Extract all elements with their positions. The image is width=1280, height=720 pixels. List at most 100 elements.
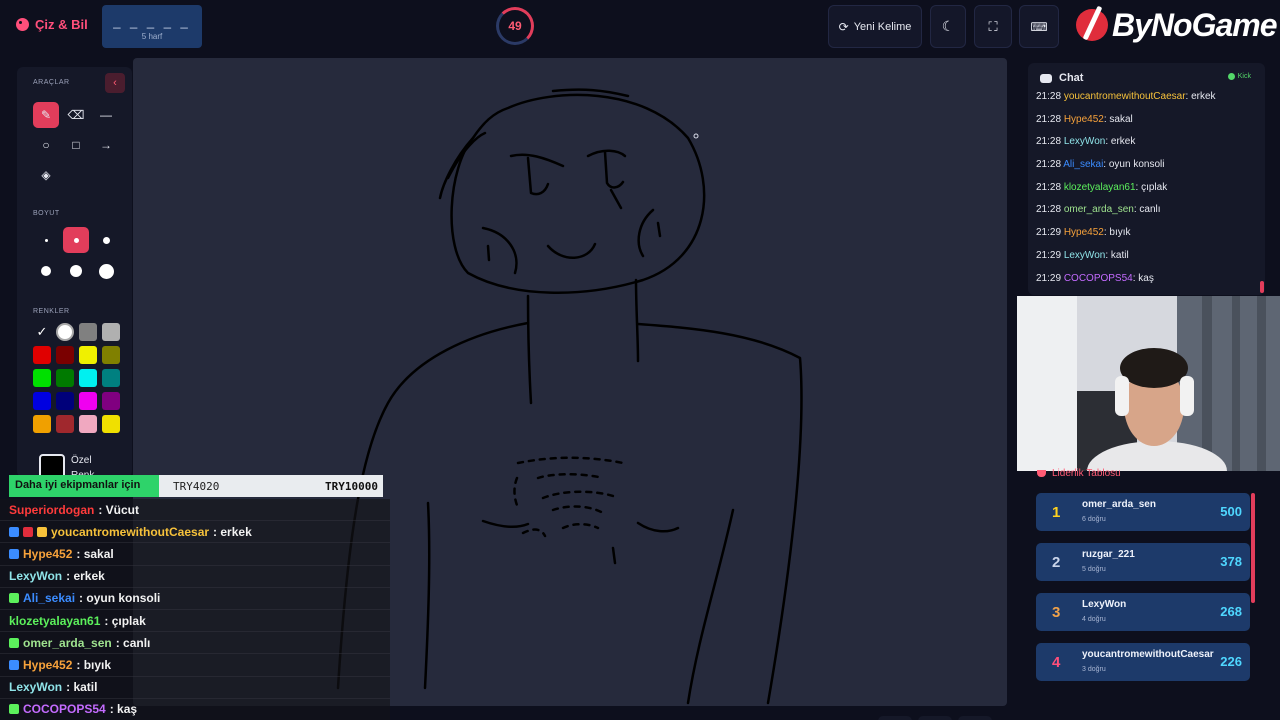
arrow-tool[interactable]: → xyxy=(93,132,119,158)
sponsor-logo: ByNoGame xyxy=(1076,2,1277,48)
round-timer: 49 xyxy=(496,7,534,45)
chat-user: LexyWon xyxy=(1063,249,1106,261)
user-badge-icon xyxy=(37,526,47,537)
color-swatch[interactable] xyxy=(102,323,120,341)
chat-user: omer_arda_sen xyxy=(1063,204,1134,216)
color-swatch[interactable] xyxy=(56,369,74,387)
chat-text: : sakal xyxy=(1103,113,1133,125)
circle-tool[interactable]: ○ xyxy=(33,132,59,158)
color-swatch[interactable] xyxy=(56,346,74,364)
color-swatch[interactable] xyxy=(102,415,120,433)
overlay-chat-message: : Vücut xyxy=(98,502,140,517)
overlay-chat-row: youcantromewithoutCaesar: erkek xyxy=(0,521,390,544)
chat-text: : kaş xyxy=(1132,272,1154,284)
pen-tool[interactable]: ✎ xyxy=(33,102,59,128)
chat-source-badge: Kick xyxy=(1227,73,1251,80)
leaderboard-row: 3 LexyWon 4 doğru 268 xyxy=(1036,593,1250,631)
line-icon: — xyxy=(100,108,112,122)
chat-scrollbar[interactable] xyxy=(1260,281,1264,293)
eraser-icon: ⌫ xyxy=(67,108,85,122)
circle-icon: ○ xyxy=(42,138,50,152)
selected-color-swatch[interactable]: ✓ xyxy=(33,323,51,341)
brand-title: Çiz & Bil xyxy=(35,17,88,32)
overlay-chat-row: omer_arda_sen: canlı xyxy=(0,632,390,655)
word-blanks: _ _ _ _ _ xyxy=(113,14,191,29)
new-word-button[interactable]: ⟳ Yeni Kelime xyxy=(828,5,922,48)
leaderboard-row: 4 youcantromewithoutCaesar 3 doğru 226 xyxy=(1036,643,1250,681)
chat-text: : erkek xyxy=(1105,136,1136,148)
palette-icon xyxy=(16,18,29,31)
size-dot-icon xyxy=(98,263,114,279)
chat-time: 21:28 xyxy=(1036,113,1064,125)
color-swatch[interactable] xyxy=(79,346,97,364)
color-swatch[interactable] xyxy=(56,323,74,341)
clear-canvas-button[interactable]: 🗑 xyxy=(958,716,992,720)
chat-message: 21:29 LexyWon: katil xyxy=(1036,248,1260,271)
line-tool[interactable]: — xyxy=(93,102,119,128)
fill-tool[interactable]: ◈ xyxy=(33,162,59,188)
keyboard-button[interactable]: ⌨ xyxy=(1019,5,1059,48)
color-swatch[interactable] xyxy=(102,392,120,410)
brand: Çiz & Bil xyxy=(16,17,88,32)
color-swatch[interactable] xyxy=(33,392,51,410)
brush-size-4[interactable] xyxy=(33,258,59,284)
undo-button[interactable]: ↶ xyxy=(878,716,912,720)
leaderboard-rank: 2 xyxy=(1052,554,1061,571)
color-swatch[interactable] xyxy=(102,346,120,364)
dark-mode-button[interactable]: ☾ xyxy=(930,5,966,48)
brush-size-6[interactable] xyxy=(93,258,119,284)
color-swatch[interactable] xyxy=(79,369,97,387)
paint-bucket-icon: ◈ xyxy=(41,168,51,182)
overlay-chat-row: LexyWon: erkek xyxy=(0,565,390,588)
color-swatch[interactable] xyxy=(33,369,51,387)
overlay-chat-message: : kaş xyxy=(109,702,138,717)
webcam-image xyxy=(1017,296,1280,471)
chat-text: : katil xyxy=(1105,249,1129,261)
leaderboard-correct-count: 4 doğru xyxy=(1082,616,1106,623)
leaderboard-rank: 4 xyxy=(1052,654,1061,671)
brush-size-5[interactable] xyxy=(63,258,89,284)
leaderboard-name: LexyWon xyxy=(1082,599,1127,610)
color-swatch[interactable] xyxy=(56,392,74,410)
new-word-label: Yeni Kelime xyxy=(853,20,912,33)
color-swatch[interactable] xyxy=(102,369,120,387)
brush-size-2[interactable] xyxy=(63,227,89,253)
tools-panel: ARAÇLAR ‹ ✎ ⌫ — ○ □ → ◈ BOYUT RENKLER ✓ … xyxy=(17,67,132,481)
chat-message: 21:28 LexyWon: erkek xyxy=(1036,134,1260,157)
rectangle-tool[interactable]: □ xyxy=(63,132,89,158)
overlay-chat-user: Superiordogan xyxy=(9,502,95,517)
leaderboard-score: 378 xyxy=(1220,554,1242,569)
redo-button[interactable]: ↷ xyxy=(918,716,952,720)
chat-text: : erkek xyxy=(1185,91,1216,102)
collapse-panel-button[interactable]: ‹ xyxy=(105,73,125,93)
brush-size-3[interactable] xyxy=(93,227,119,253)
user-badge-icon xyxy=(9,526,19,537)
chat-user: klozetyalayan61 xyxy=(1063,181,1136,193)
color-swatch[interactable] xyxy=(79,415,97,433)
fullscreen-button[interactable]: ⛶ xyxy=(974,5,1012,48)
overlay-chat-message: : oyun konsoli xyxy=(79,591,161,606)
leaderboard-score: 268 xyxy=(1220,604,1242,619)
chat-message: 21:29 COCOPOPS54: kaş xyxy=(1036,271,1260,294)
brush-size-1[interactable] xyxy=(33,227,59,253)
overlay-chat-row: COCOPOPS54: kaş xyxy=(0,698,390,720)
webcam-feed xyxy=(1017,296,1280,471)
color-swatch[interactable] xyxy=(33,415,51,433)
live-dot-icon xyxy=(1227,73,1235,80)
chat-source-label: Kick xyxy=(1237,73,1251,80)
color-swatch[interactable] xyxy=(56,415,74,433)
color-swatch[interactable] xyxy=(79,323,97,341)
leaderboard-score: 500 xyxy=(1220,504,1242,519)
word-length: 5 harf xyxy=(141,32,163,41)
color-swatch[interactable] xyxy=(33,346,51,364)
donation-goal: TRY10000 xyxy=(325,480,378,493)
color-swatch[interactable] xyxy=(79,392,97,410)
keyboard-icon: ⌨ xyxy=(1030,19,1048,34)
overlay-chat-row: klozetyalayan61: çıplak xyxy=(0,609,390,633)
overlay-chat-row: Ali_sekai: oyun konsoli xyxy=(0,587,390,610)
leaderboard-scrollbar[interactable] xyxy=(1251,493,1255,603)
chat-message-list[interactable]: 21:28 youcantromewithoutCaesar: erkek 21:… xyxy=(1036,89,1260,293)
chat-text: : çıplak xyxy=(1135,181,1168,193)
eraser-tool[interactable]: ⌫ xyxy=(63,102,89,128)
size-dot-icon xyxy=(102,236,110,244)
